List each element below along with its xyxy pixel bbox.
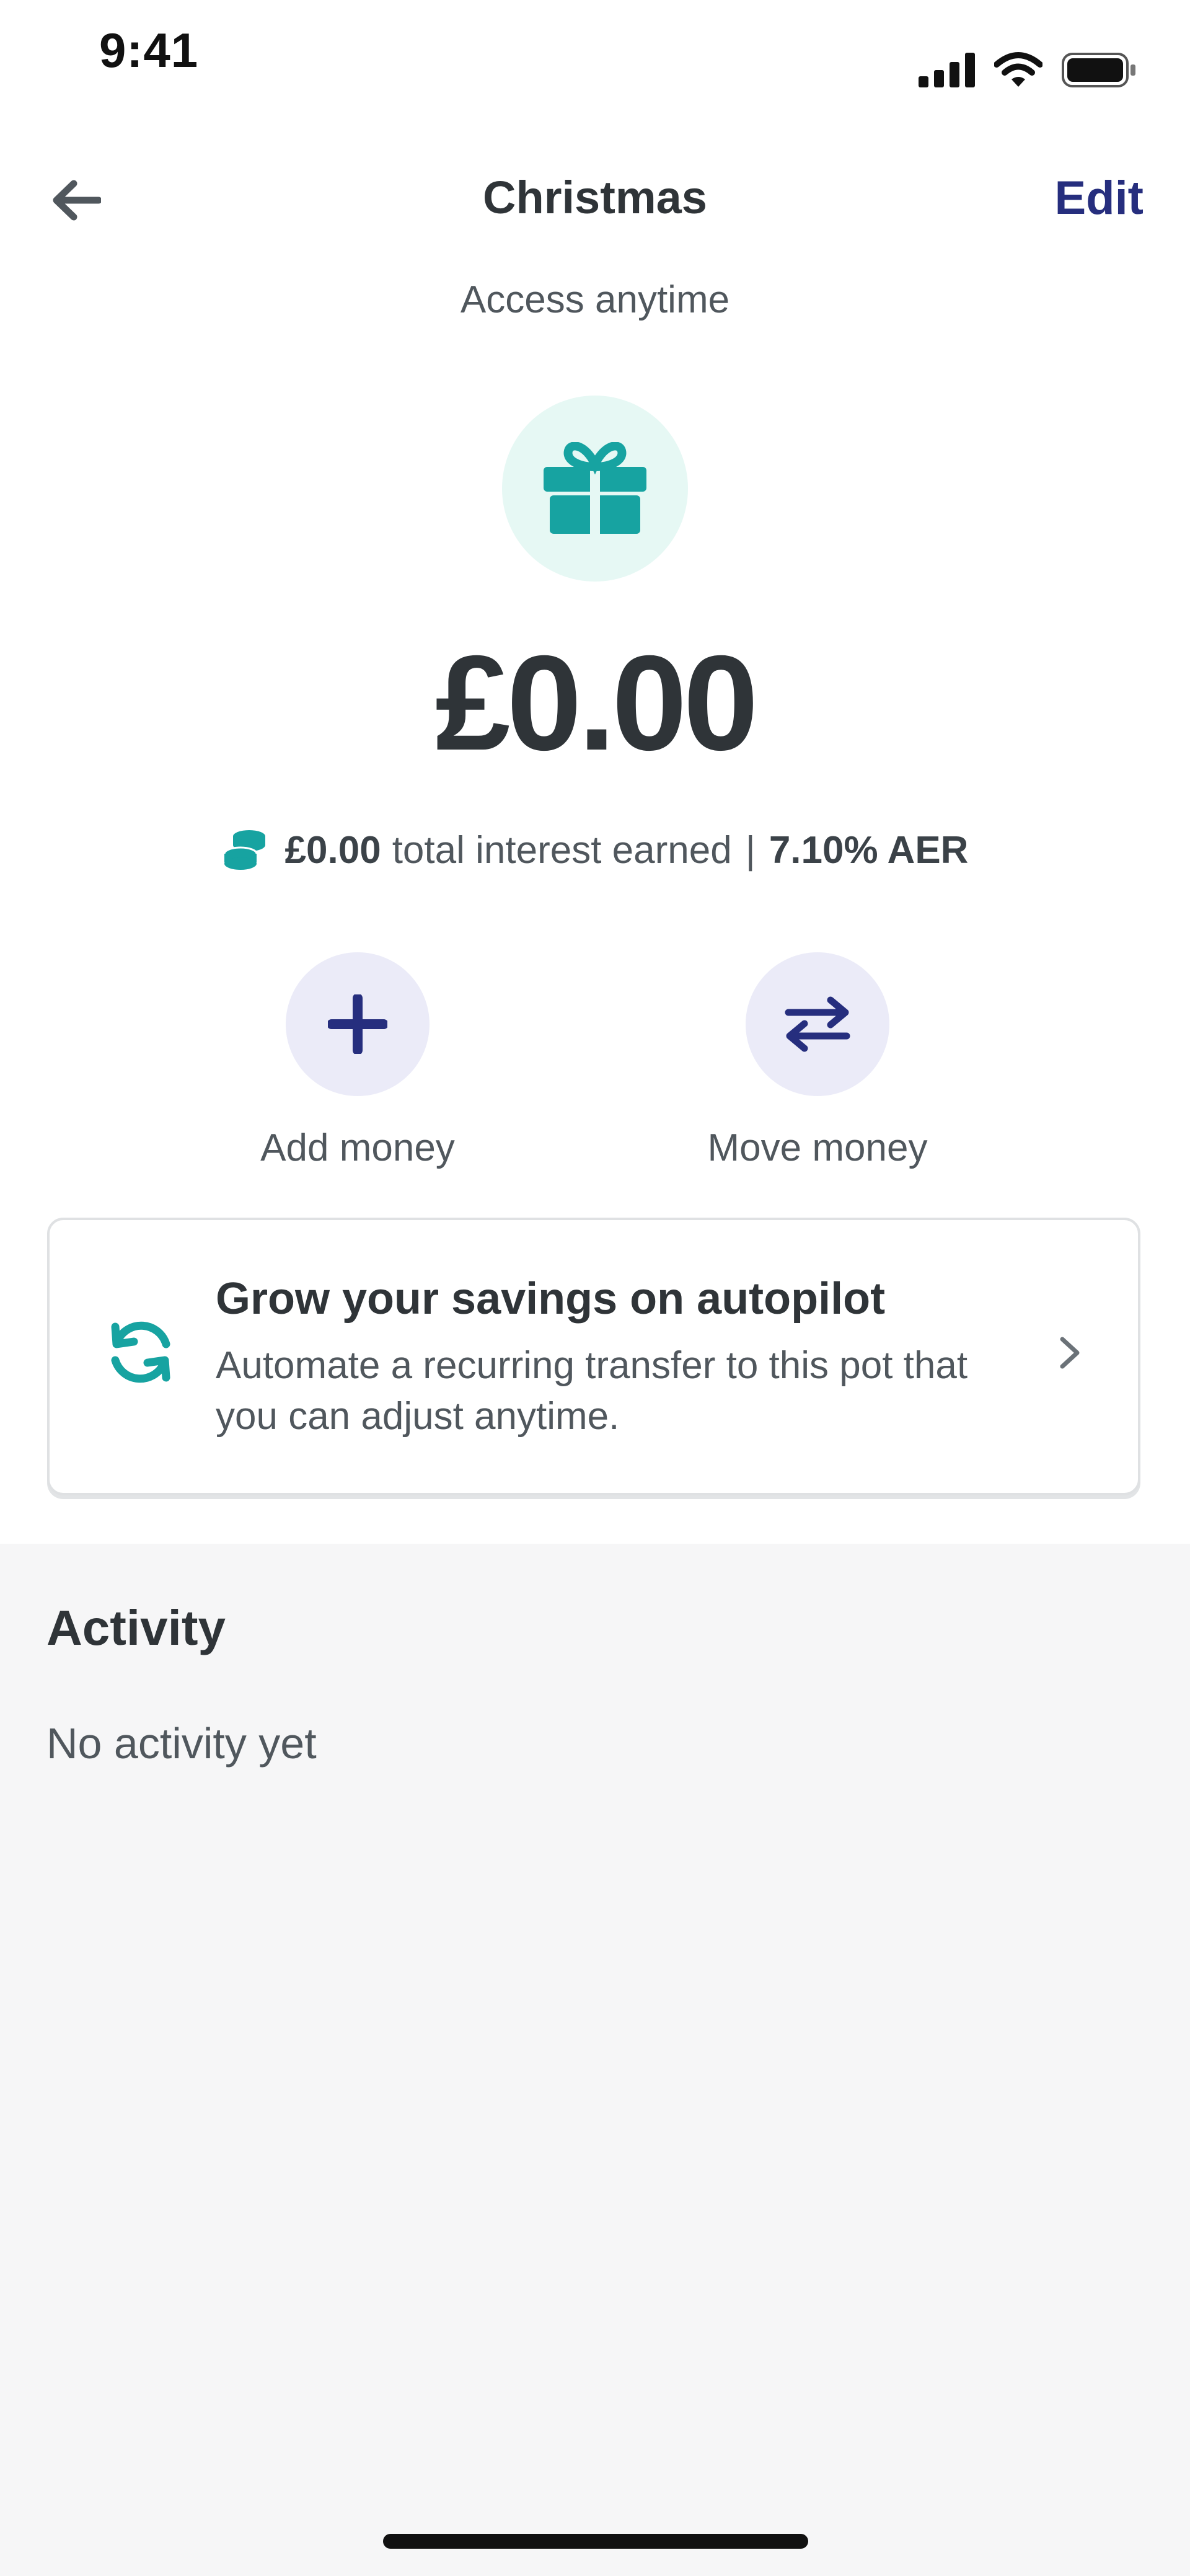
edit-button[interactable]: Edit (1054, 171, 1144, 225)
autopilot-title: Grow your savings on autopilot (216, 1274, 886, 1324)
home-indicator[interactable] (383, 2534, 808, 2549)
add-money-button[interactable]: Add money (203, 952, 513, 1170)
wifi-icon (994, 52, 1042, 87)
activity-title: Activity (46, 1600, 226, 1655)
refresh-icon (111, 1321, 170, 1383)
add-money-label: Add money (260, 1126, 455, 1169)
activity-section (0, 1544, 1190, 2576)
status-time: 9:41 (99, 23, 199, 77)
battery-icon (1062, 53, 1135, 87)
move-money-circle[interactable] (746, 952, 889, 1096)
chevron-right-icon (1060, 1337, 1080, 1369)
swap-arrows-icon (785, 996, 850, 1052)
status-icons (919, 52, 1137, 88)
page-title: Christmas (483, 172, 707, 223)
autopilot-card[interactable]: Grow your savings on autopilot Automate … (47, 1218, 1140, 1495)
gift-icon (544, 442, 646, 534)
interest-separator: | (745, 829, 756, 872)
pot-icon-circle (502, 396, 688, 582)
plus-icon (328, 994, 387, 1054)
signal-icon (919, 53, 975, 87)
move-money-button[interactable]: Move money (663, 952, 972, 1170)
add-money-circle[interactable] (286, 952, 430, 1096)
interest-amount: £0.00 (284, 829, 381, 872)
coins-icon (222, 829, 268, 872)
interest-label: total interest earned (392, 829, 732, 872)
pot-balance: £0.00 (435, 628, 759, 779)
interest-rate: 7.10% AER (769, 829, 969, 872)
move-money-label: Move money (707, 1126, 928, 1169)
autopilot-description: Automate a recurring transfer to this po… (216, 1344, 968, 1438)
interest-summary: £0.00 total interest earned | 7.10% AER (0, 828, 1190, 872)
access-subtitle: Access anytime (460, 278, 730, 321)
activity-empty-state: No activity yet (46, 1719, 317, 1768)
